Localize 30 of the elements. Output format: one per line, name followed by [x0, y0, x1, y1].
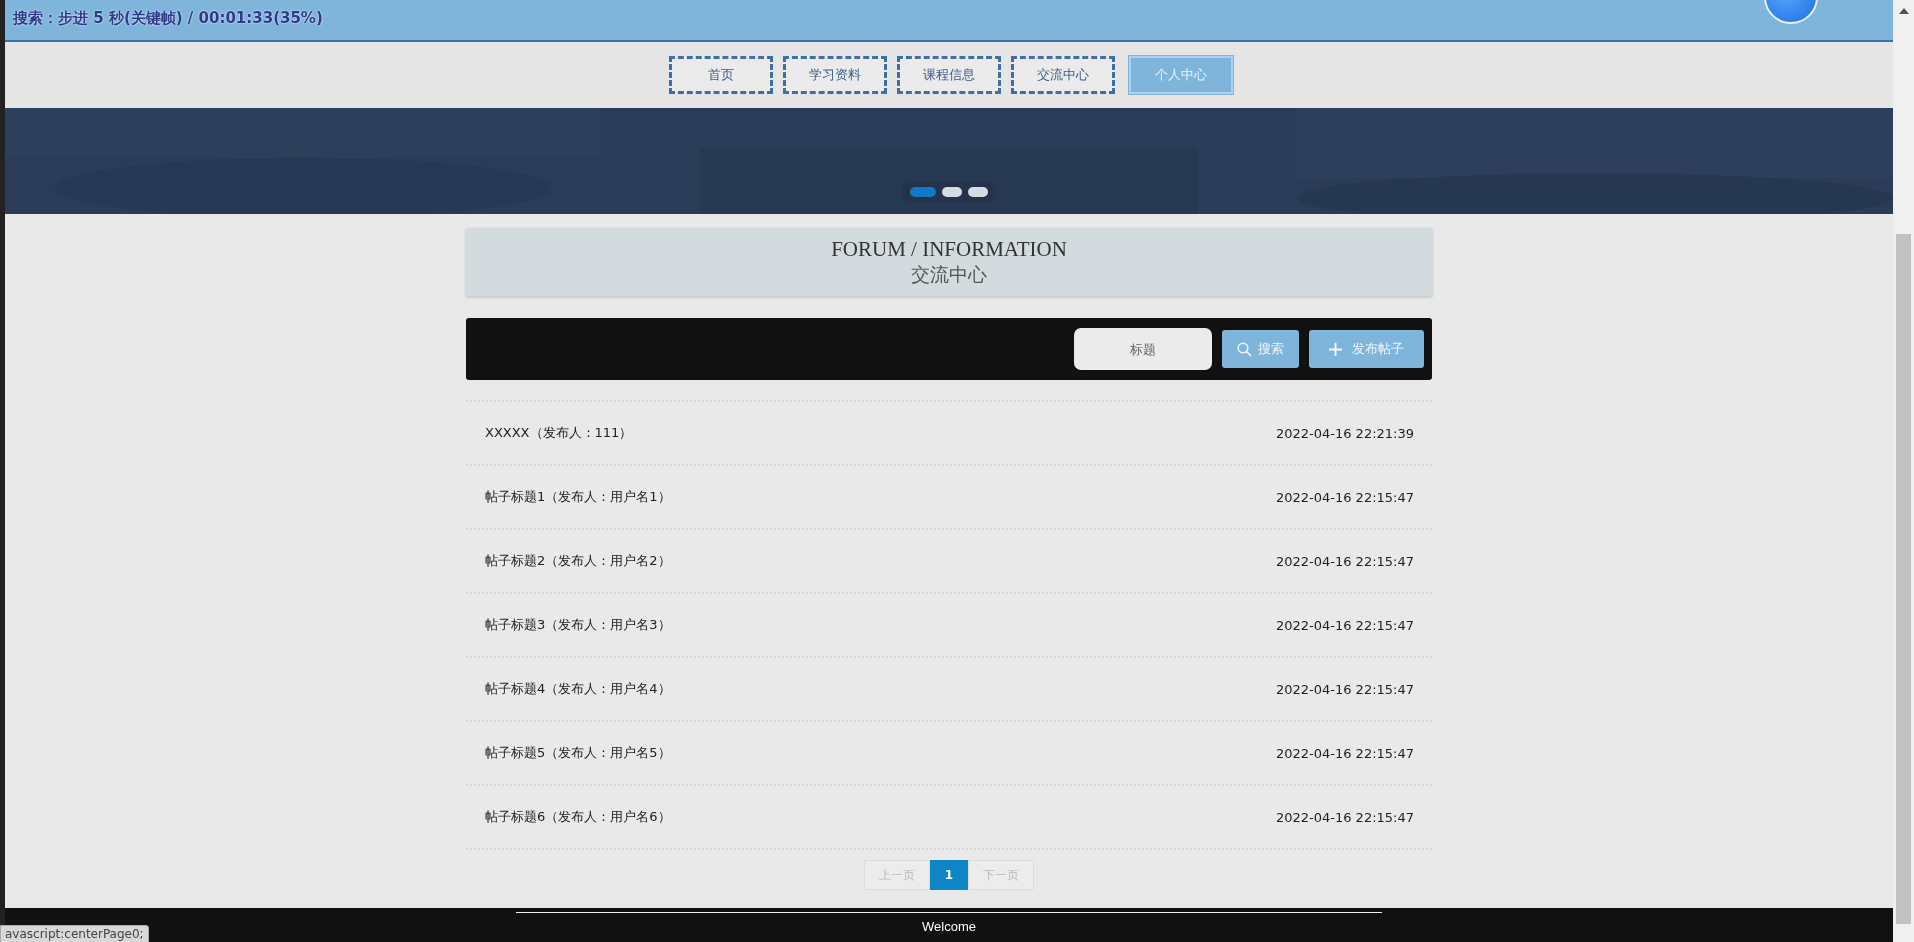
post-time: 2022-04-16 22:15:47	[1275, 617, 1414, 633]
post-title-link[interactable]: XXXXX（发布人：111）	[485, 424, 633, 442]
search-icon	[1237, 341, 1252, 357]
footer-text: Welcome	[922, 919, 976, 934]
post-time: 2022-04-16 22:15:47	[1275, 681, 1414, 697]
nav-tab[interactable]: 交流中心	[1011, 56, 1115, 94]
section-subtitle: 交流中心	[911, 262, 987, 287]
search-field[interactable]: 标题	[1074, 328, 1212, 370]
section-title: FORUM / INFORMATION	[831, 236, 1067, 262]
post-title-link[interactable]: 帖子标题4（发布人：用户名4）	[485, 680, 671, 698]
post-title-link[interactable]: 帖子标题1（发布人：用户名1）	[485, 488, 671, 506]
post-title-link[interactable]: 帖子标题2（发布人：用户名2）	[485, 552, 671, 570]
status-tooltip: avascript:centerPage0;	[0, 925, 149, 942]
scroll-up-icon[interactable]	[1898, 8, 1909, 14]
overlay-text: 搜索：步进 5 秒(关键帧) / 00:01:33(35%)	[13, 9, 323, 28]
scrollbar[interactable]	[1893, 0, 1914, 942]
post-time: 2022-04-16 22:15:47	[1275, 745, 1414, 761]
nav-tab[interactable]: 首页	[669, 56, 773, 94]
plus-icon	[1329, 342, 1342, 356]
post-time: 2022-04-16 22:15:47	[1275, 553, 1414, 569]
post-time: 2022-04-16 22:15:47	[1275, 809, 1414, 825]
scroll-thumb[interactable]	[1896, 234, 1911, 924]
page-button[interactable]: 1	[929, 860, 969, 890]
post-title-link[interactable]: 帖子标题3（发布人：用户名3）	[485, 616, 671, 634]
post-title-link[interactable]: 帖子标题5（发布人：用户名5）	[485, 744, 671, 762]
post-title-link[interactable]: 帖子标题6（发布人：用户名6）	[485, 808, 671, 826]
nav-tab[interactable]: 学习资料	[783, 56, 887, 94]
post-time: 2022-04-16 22:15:47	[1275, 489, 1414, 505]
post-time: 2022-04-16 22:21:39	[1275, 425, 1414, 441]
nav-tab[interactable]: 课程信息	[897, 56, 1001, 94]
